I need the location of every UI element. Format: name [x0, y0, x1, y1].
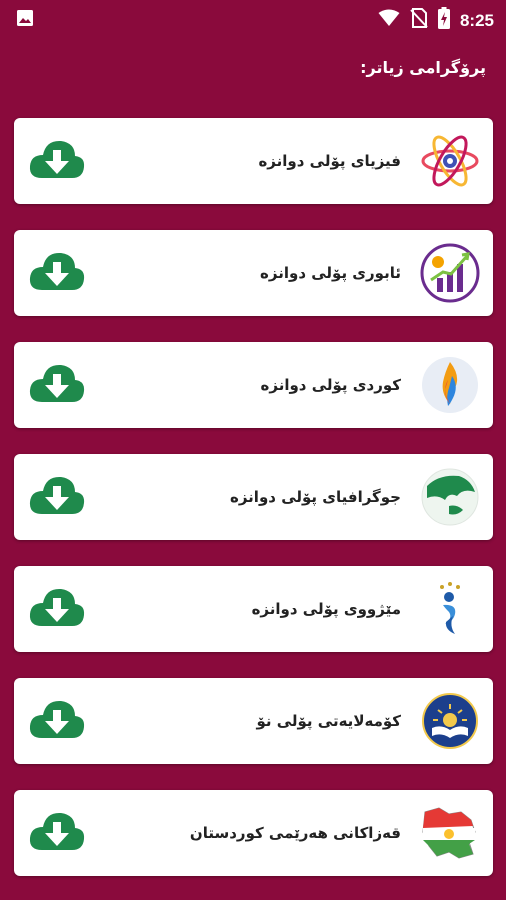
download-cloud-icon[interactable] [28, 360, 86, 410]
app-title: فیزیای پۆلی دوانزه [258, 152, 401, 170]
physics-atom-icon [419, 130, 481, 192]
battery-charging-icon [437, 7, 450, 34]
status-time: 8:25 [459, 10, 494, 30]
app-title: قەزاکانی هەرێمی کوردستان [189, 824, 401, 842]
social-book-icon [419, 690, 481, 752]
wifi-icon [378, 9, 400, 32]
status-bar: 8:25 [0, 0, 506, 36]
app-card-economics[interactable]: ئابوری پۆلی دوانزه [14, 230, 493, 316]
kurdistan-map-icon [419, 802, 481, 864]
app-card-social[interactable]: کۆمەلایەتی پۆلی نۆ [14, 678, 493, 764]
download-cloud-icon[interactable] [28, 248, 86, 298]
app-title: کۆمەلایەتی پۆلی نۆ [256, 712, 401, 730]
economics-chart-icon [419, 242, 481, 304]
download-cloud-icon[interactable] [28, 808, 86, 858]
page-title: پرۆگرامی زیاتر: [360, 58, 486, 77]
app-card-physics[interactable]: فیزیای پۆلی دوانزه [14, 118, 493, 204]
app-card-kurdistan-districts[interactable]: قەزاکانی هەرێمی کوردستان [14, 790, 493, 876]
geography-globe-icon [419, 466, 481, 528]
app-title: کوردی پۆلی دوانزه [260, 376, 401, 394]
app-title: جوگرافیای پۆلی دوانزه [229, 488, 401, 506]
app-card-geography[interactable]: جوگرافیای پۆلی دوانزه [14, 454, 493, 540]
app-card-history[interactable]: مێژووی پۆلی دوانزه [14, 566, 493, 652]
download-cloud-icon[interactable] [28, 136, 86, 186]
history-figure-icon [419, 578, 481, 640]
download-cloud-icon[interactable] [28, 584, 86, 634]
app-title: ئابوری پۆلی دوانزه [260, 264, 401, 282]
download-cloud-icon[interactable] [28, 696, 86, 746]
app-card-kurdish[interactable]: کوردی پۆلی دوانزه [14, 342, 493, 428]
app-title: مێژووی پۆلی دوانزه [251, 600, 401, 618]
download-cloud-icon[interactable] [28, 472, 86, 522]
no-sim-icon [410, 8, 428, 33]
kurdish-flame-icon [419, 354, 481, 416]
image-icon [16, 9, 34, 32]
